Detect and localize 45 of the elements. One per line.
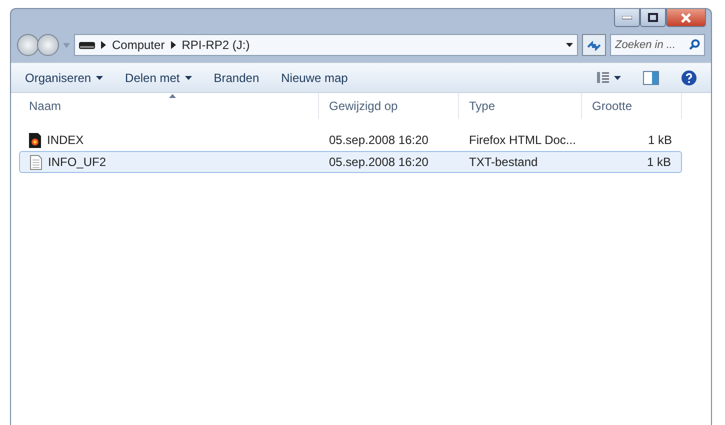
toolbar-button[interactable]: Branden bbox=[210, 66, 264, 88]
file-row[interactable]: INFO_UF2 05.sep.2008 16:20 TXT-bestand 1 kB bbox=[19, 151, 682, 173]
file-type-cell: TXT-bestand bbox=[459, 151, 582, 173]
breadcrumb-link[interactable]: RPI-RP2 (J:) bbox=[182, 36, 250, 54]
html-file-icon bbox=[29, 132, 41, 148]
preview-pane-icon bbox=[643, 70, 659, 84]
back-button[interactable] bbox=[17, 34, 39, 56]
toolbar-button[interactable]: Nieuwe map bbox=[277, 66, 352, 88]
column-header[interactable]: Gewijzigd op bbox=[319, 93, 459, 119]
close-button[interactable] bbox=[666, 9, 706, 27]
caret-icon bbox=[184, 76, 192, 80]
modified-date-cell: 05.sep.2008 16:20 bbox=[319, 151, 459, 173]
file-row[interactable]: INDEX 05.sep.2008 16:20 Firefox HTML Doc... 1 kB bbox=[19, 129, 682, 151]
minimize-button[interactable] bbox=[614, 9, 640, 27]
dropdown-caret-icon[interactable] bbox=[566, 43, 573, 47]
caret-icon bbox=[614, 76, 621, 80]
search-field[interactable]: Zoeken in ... bbox=[610, 34, 705, 56]
column-header[interactable]: Naam bbox=[19, 93, 319, 119]
file-type-cell-text: Firefox HTML Doc... bbox=[468, 132, 577, 149]
view-list-icon bbox=[597, 72, 609, 83]
drive-icon bbox=[79, 42, 95, 48]
caret-icon bbox=[96, 76, 104, 80]
breadcrumb-arrow-icon[interactable] bbox=[170, 41, 176, 49]
breadcrumb-arrow-icon[interactable] bbox=[101, 41, 106, 49]
modified-date-cell-text: 05.sep.2008 16:20 bbox=[328, 132, 430, 149]
text-file-icon bbox=[30, 154, 42, 170]
address-bar[interactable]: Computer RPI-RP2 (J:) bbox=[74, 34, 578, 56]
column-header[interactable]: Type bbox=[459, 93, 582, 119]
minimize-icon bbox=[622, 16, 632, 20]
toolbar-button[interactable]: Delen met bbox=[121, 66, 196, 88]
breadcrumb-link[interactable]: Computer bbox=[112, 36, 165, 54]
file-name-cell: INDEX bbox=[19, 129, 319, 151]
file-size-cell-text: 1 kB bbox=[646, 132, 673, 149]
column-header[interactable]: Grootte bbox=[582, 93, 682, 119]
maximize-icon bbox=[648, 13, 658, 22]
forward-button[interactable] bbox=[37, 34, 59, 56]
help-icon bbox=[681, 70, 697, 86]
file-name-cell: INFO_UF2 bbox=[19, 151, 319, 173]
close-icon bbox=[680, 12, 692, 22]
maximize-button[interactable] bbox=[640, 9, 666, 27]
file-size-cell: 1 kB bbox=[582, 151, 682, 173]
refresh-button[interactable] bbox=[582, 34, 606, 56]
search-icon bbox=[689, 39, 700, 50]
toolbar-button[interactable]: Organiseren bbox=[21, 66, 108, 88]
refresh-icon bbox=[587, 40, 601, 51]
